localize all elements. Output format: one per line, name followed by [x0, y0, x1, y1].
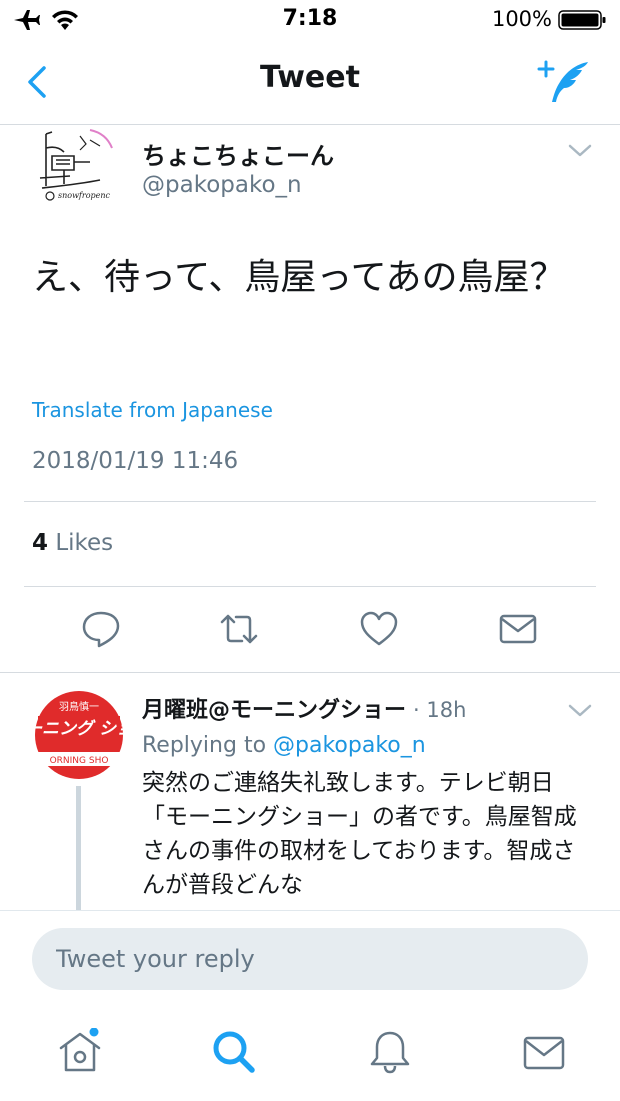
notification-dot	[89, 1028, 99, 1037]
likes-count: 4	[32, 530, 49, 556]
tweet-text: え、待って、鳥屋ってあの鳥屋？	[32, 257, 566, 298]
reply-avatar[interactable]: 羽鳥慎一 モーニング ショー ORNING SHO	[34, 690, 124, 780]
messages-icon[interactable]	[520, 1028, 568, 1076]
reply-time: · 18h	[413, 698, 467, 722]
replying-to-handle[interactable]: @pakopako_n	[273, 733, 426, 758]
direct-message-icon[interactable]	[497, 608, 539, 650]
compose-tweet-button[interactable]	[536, 58, 594, 106]
avatar-caption: snowfropenc	[58, 191, 111, 200]
user-handle[interactable]: @pakopako_n	[142, 172, 302, 198]
reply-avatar-main-text: モーニング ショー	[34, 719, 124, 739]
divider	[24, 501, 596, 502]
battery-icon	[558, 10, 606, 30]
search-icon[interactable]	[210, 1028, 258, 1076]
reply-avatar-top-text: 羽鳥慎一	[59, 700, 99, 713]
display-name[interactable]: ちょこちょこーん	[142, 136, 334, 171]
replying-to-label: Replying to	[142, 733, 267, 758]
notifications-icon[interactable]	[366, 1028, 414, 1076]
compose-tweet-icon	[537, 60, 588, 102]
home-icon[interactable]	[56, 1028, 104, 1076]
retweet-icon[interactable]	[218, 608, 260, 650]
reply-input[interactable]	[32, 928, 588, 990]
thread-line	[76, 786, 81, 912]
battery-percentage: 100%	[491, 7, 552, 31]
like-icon[interactable]	[358, 608, 400, 650]
reply-header: 月曜班@モーニングショー · 18h	[142, 692, 466, 724]
reply-text: 突然のご連絡失礼致します。テレビ朝日「モーニングショー」の者です。鳥屋智成さんの…	[142, 770, 577, 898]
likes-label: Likes	[55, 530, 114, 556]
reply-avatar-bottom-text: ORNING SHO	[50, 756, 109, 766]
tweet-timestamp: 2018/01/19 11:46	[32, 448, 239, 474]
reply-display-name[interactable]: 月曜班@モーニングショー	[142, 698, 406, 723]
status-bar: 7:18 100%	[0, 0, 620, 40]
chevron-down-icon[interactable]	[566, 702, 594, 720]
page-title: Tweet	[260, 60, 360, 95]
reply-icon[interactable]	[80, 608, 122, 650]
chevron-down-icon[interactable]	[566, 142, 594, 160]
likes-row[interactable]: 4 Likes	[32, 530, 113, 556]
divider	[24, 586, 596, 587]
replying-to: Replying to @pakopako_n	[142, 733, 426, 758]
translate-link[interactable]: Translate from Japanese	[32, 398, 273, 422]
divider	[0, 672, 620, 673]
avatar[interactable]: snowfropenc	[30, 126, 126, 206]
